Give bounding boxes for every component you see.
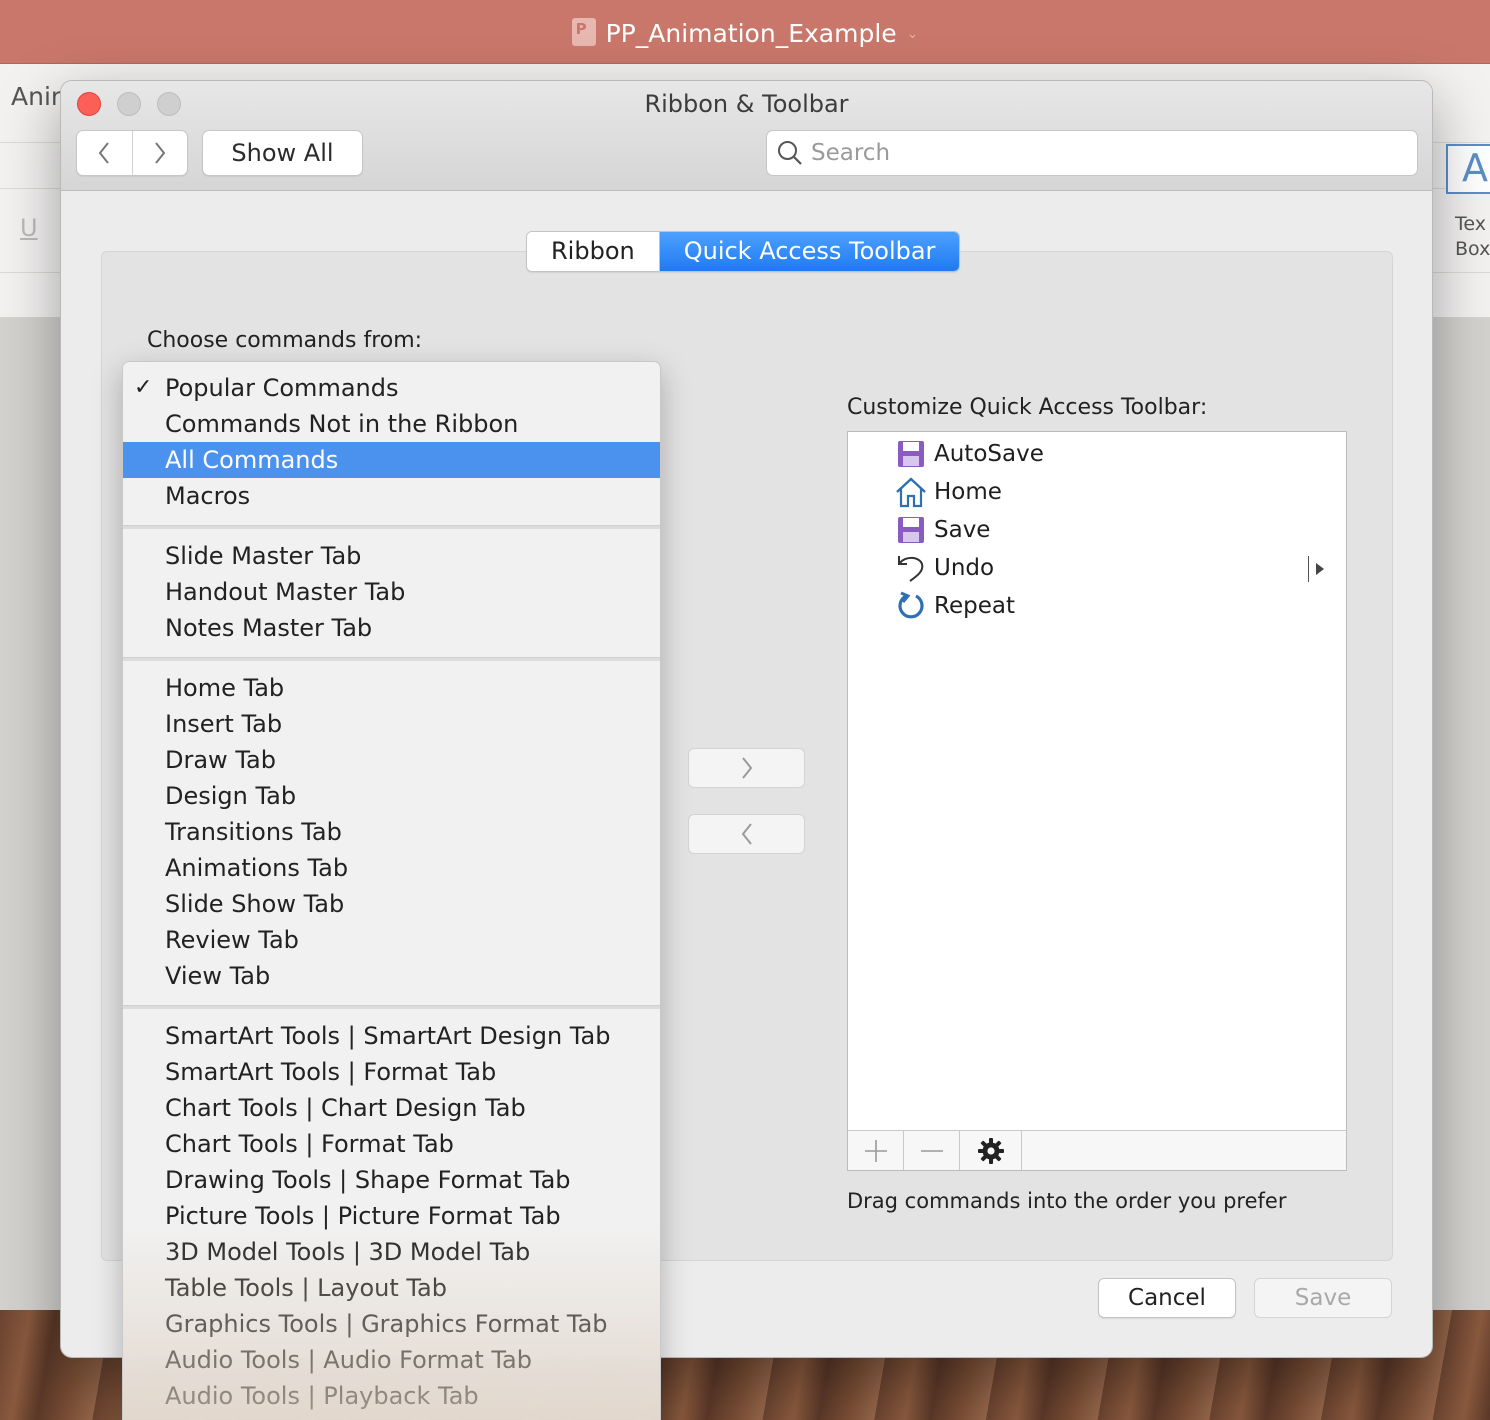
menu-item-shape-format-tab[interactable]: Drawing Tools | Shape Format Tab	[123, 1162, 660, 1198]
menu-item-chart-design-tab[interactable]: Chart Tools | Chart Design Tab	[123, 1090, 660, 1126]
menu-item-3d-model-tab[interactable]: 3D Model Tools | 3D Model Tab	[123, 1234, 660, 1270]
chevron-right-icon	[741, 757, 752, 779]
search-icon	[778, 141, 802, 165]
remove-command-button[interactable]	[688, 814, 805, 854]
search-input[interactable]	[811, 140, 1391, 166]
menu-item-smartart-format-tab[interactable]: SmartArt Tools | Format Tab	[123, 1054, 660, 1090]
menu-item-notes-master-tab[interactable]: Notes Master Tab	[123, 610, 660, 646]
menu-item-draw-tab[interactable]: Draw Tab	[123, 742, 660, 778]
home-icon	[894, 475, 928, 509]
chevron-left-icon	[741, 823, 752, 845]
remove-item-button[interactable]	[904, 1131, 960, 1170]
menu-item-graphics-format-tab[interactable]: Graphics Tools | Graphics Format Tab	[123, 1306, 660, 1342]
menu-item-transitions-tab[interactable]: Transitions Tab	[123, 814, 660, 850]
choose-commands-label: Choose commands from:	[147, 328, 423, 353]
tab-control: Ribbon Quick Access Toolbar	[526, 231, 961, 272]
customize-qat-label: Customize Quick Access Toolbar:	[847, 395, 1208, 420]
qat-item-repeat[interactable]: Repeat	[894, 588, 1015, 624]
menu-item-review-tab[interactable]: Review Tab	[123, 922, 660, 958]
dialog-title: Ribbon & Toolbar	[644, 90, 849, 118]
save-button[interactable]: Save	[1254, 1278, 1392, 1318]
chevron-left-icon	[98, 142, 110, 164]
plus-icon	[864, 1139, 887, 1162]
menu-item-animations-tab[interactable]: Animations Tab	[123, 850, 660, 886]
cancel-button[interactable]: Cancel	[1098, 1278, 1236, 1318]
dialog-toolbar: Ribbon & Toolbar Show All	[61, 81, 1432, 191]
back-forward-control	[76, 130, 188, 176]
qat-item-autosave[interactable]: AutoSave	[894, 436, 1044, 472]
qat-list-bottombar	[848, 1130, 1346, 1170]
menu-item-view-tab[interactable]: View Tab	[123, 958, 660, 994]
checkmark-icon: ✓	[134, 375, 153, 400]
qat-item-undo[interactable]: Undo	[894, 550, 994, 586]
text-box-label: Tex Box	[1455, 213, 1490, 260]
menu-item-picture-format-tab[interactable]: Picture Tools | Picture Format Tab	[123, 1198, 660, 1234]
search-field[interactable]	[766, 130, 1418, 176]
document-title-text: PP_Animation_Example	[605, 19, 897, 48]
menu-item-smartart-design-tab[interactable]: SmartArt Tools | SmartArt Design Tab	[123, 1018, 660, 1054]
menu-item-insert-tab[interactable]: Insert Tab	[123, 706, 660, 742]
undo-dropdown-arrow-icon[interactable]	[1308, 556, 1328, 582]
menu-item-design-tab[interactable]: Design Tab	[123, 778, 660, 814]
tab-quick-access-toolbar[interactable]: Quick Access Toolbar	[659, 232, 960, 271]
underline-icon[interactable]: U	[20, 214, 38, 242]
menu-item-handout-master-tab[interactable]: Handout Master Tab	[123, 574, 660, 610]
document-title[interactable]: PP_Animation_Example ⌄	[0, 18, 1490, 48]
menu-item-macros[interactable]: Macros	[123, 478, 660, 514]
qat-item-home[interactable]: Home	[894, 474, 1002, 510]
qat-command-list[interactable]: AutoSave Home Save Undo Repeat	[847, 431, 1347, 1171]
menu-item-all-commands[interactable]: All Commands	[123, 442, 660, 478]
settings-button[interactable]	[960, 1131, 1022, 1170]
chevron-right-icon	[154, 142, 166, 164]
menu-item-slide-master-tab[interactable]: Slide Master Tab	[123, 538, 660, 574]
ribbon-tab-animations[interactable]: Anir	[11, 82, 61, 111]
back-button[interactable]	[77, 131, 132, 175]
menu-separator	[123, 657, 660, 661]
show-all-button[interactable]: Show All	[202, 130, 363, 176]
commands-source-menu[interactable]: ✓ Popular Commands Commands Not in the Ri…	[122, 361, 661, 1420]
qat-item-save[interactable]: Save	[894, 512, 990, 548]
drag-hint-text: Drag commands into the order you prefer	[847, 1189, 1287, 1213]
app-titlebar: PP_Animation_Example ⌄	[0, 0, 1490, 64]
floppy-disk-icon	[894, 513, 928, 547]
gear-icon	[977, 1137, 1004, 1164]
menu-separator	[123, 1005, 660, 1009]
forward-button[interactable]	[131, 131, 188, 175]
powerpoint-file-icon	[571, 18, 596, 46]
repeat-icon	[894, 589, 928, 623]
undo-icon	[894, 551, 928, 585]
floppy-disk-icon	[894, 437, 928, 471]
menu-item-commands-not-in-ribbon[interactable]: Commands Not in the Ribbon	[123, 406, 660, 442]
menu-separator	[123, 525, 660, 529]
menu-item-chart-format-tab[interactable]: Chart Tools | Format Tab	[123, 1126, 660, 1162]
menu-item-slide-show-tab[interactable]: Slide Show Tab	[123, 886, 660, 922]
tab-ribbon[interactable]: Ribbon	[527, 232, 660, 271]
minus-icon	[920, 1149, 943, 1152]
menu-item-audio-format-tab[interactable]: Audio Tools | Audio Format Tab	[123, 1342, 660, 1378]
menu-item-table-layout-tab[interactable]: Table Tools | Layout Tab	[123, 1270, 660, 1306]
chevron-down-icon[interactable]: ⌄	[907, 26, 919, 42]
menu-item-home-tab[interactable]: Home Tab	[123, 670, 660, 706]
add-command-button[interactable]	[688, 748, 805, 788]
text-box-icon[interactable]: A	[1446, 144, 1490, 194]
menu-item-audio-playback-tab[interactable]: Audio Tools | Playback Tab	[123, 1378, 660, 1414]
menu-item-popular-commands[interactable]: ✓ Popular Commands	[123, 370, 660, 406]
add-item-button[interactable]	[848, 1131, 904, 1170]
